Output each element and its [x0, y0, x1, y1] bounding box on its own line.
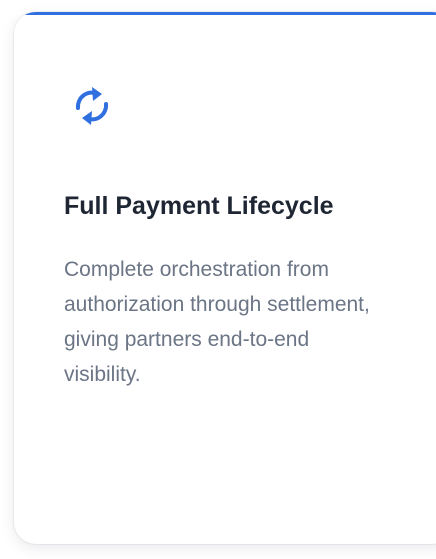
feature-card: Full Payment Lifecycle Complete orchestr… [14, 12, 436, 544]
card-title: Full Payment Lifecycle [64, 192, 334, 220]
card-accent-bar [14, 12, 436, 15]
card-description: Complete orchestration from authorizatio… [64, 258, 370, 386]
refresh-icon [70, 84, 114, 128]
